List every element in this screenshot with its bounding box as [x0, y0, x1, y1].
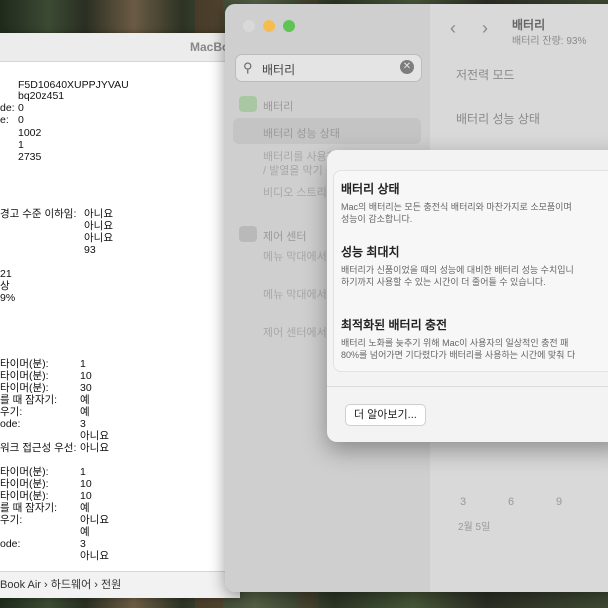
close-window-button[interactable] [243, 20, 255, 32]
sysinfo-row-value: F5D10640XUPPJYVAU [18, 79, 129, 91]
low-power-mode-row[interactable]: 저전력 모드 [456, 66, 515, 83]
battery-level-status: 배터리 잔량: 93% [512, 36, 587, 47]
sysinfo-row-key: 타이머(분): [0, 370, 49, 382]
sysinfo-row-value: 예 [80, 394, 90, 406]
sysinfo-row-value: 3 [80, 418, 86, 430]
control-center-icon [239, 226, 257, 242]
sysinfo-row-value: 1 [80, 358, 86, 370]
sysinfo-window-title: MacBo [190, 40, 230, 54]
sysinfo-row-key: 를 때 잠자기: [0, 502, 58, 514]
sysinfo-row-value: 30 [80, 382, 92, 394]
sysinfo-row-value: 아니요 [80, 514, 109, 526]
sysinfo-row-key: 워크 접근성 우선: [0, 442, 77, 454]
chart-date-label: 2월 5일 [458, 522, 491, 533]
section-title: 배터리 상태 [341, 182, 400, 196]
battery-health-row[interactable]: 배터리 성능 상태 [456, 110, 540, 127]
sysinfo-row-value: bq20z451 [18, 90, 65, 102]
sysinfo-row-value: 2735 [18, 151, 42, 163]
sysinfo-row-key: 타이머(분): [0, 478, 49, 490]
description-line: 80%를 넘어가면 기다렸다가 배터리를 사용하는 시간에 맞춰 다 [341, 349, 576, 360]
sysinfo-row-key: ode: [0, 538, 21, 550]
back-arrow-icon[interactable]: ‹ [450, 18, 456, 39]
description-line: 하기까지 사용할 수 있는 시간이 더 줄어들 수 있습니다. [341, 276, 546, 287]
sysinfo-row-value: 10 [80, 490, 92, 502]
minimize-window-button[interactable] [263, 20, 275, 32]
sysinfo-titlebar[interactable]: MacBo [0, 33, 240, 62]
sidebar-item-battery[interactable]: 배터리 [263, 98, 293, 114]
sysinfo-row-value: 아니요 [80, 442, 109, 454]
breadcrumb: Book Air › 하드웨어 › 전원 [0, 579, 122, 591]
sysinfo-row-value: 93 [84, 244, 96, 256]
chart-axis-label: 3 [460, 496, 467, 508]
sheet-divider [327, 386, 608, 387]
sidebar-item-control-center[interactable]: 제어 센터 [263, 228, 307, 244]
zoom-window-button[interactable] [283, 20, 295, 32]
chart-axis-label: 9 [556, 496, 563, 508]
description-line: 성능이 감소합니다. [341, 213, 413, 224]
chart-axis-label: 6 [508, 496, 515, 508]
sysinfo-row-value: 3 [80, 538, 86, 550]
search-input-value: 배터리 [262, 63, 296, 77]
sysinfo-row-value: 아니요 [80, 430, 109, 442]
battery-condition-section: 배터리 상태 Mac의 배터리는 모든 충전식 배터리와 마찬가지로 소모품이며… [341, 180, 608, 225]
clear-search-icon[interactable]: ✕ [400, 60, 414, 74]
sysinfo-row-key: de: [0, 102, 15, 114]
sysinfo-row-key: 9% [0, 292, 16, 304]
sysinfo-row-key: 타이머(분): [0, 490, 49, 502]
sysinfo-detail-list: F5D10640XUPPJYVAU bq20z451 de: 0 e: 0 1002 1 273… [0, 61, 240, 572]
search-input[interactable]: ⚲ 배터리 ✕ [235, 54, 422, 82]
sysinfo-row-key: 타이머(분): [0, 358, 49, 370]
sysinfo-row-value: 아니요 [84, 220, 113, 232]
sysinfo-row-key: 를 때 잠자기: [0, 394, 58, 406]
description-line: 배터리 노화를 늦추기 위해 Mac이 사용자의 일상적인 충전 패 [341, 338, 569, 348]
sysinfo-row-value: 10 [80, 478, 92, 490]
optimized-charging-section: 최적화된 배터리 충전 배터리 노화를 늦추기 위해 Mac이 사용자의 일상적… [341, 316, 608, 361]
sidebar-item-battery-health[interactable]: 배터리 성능 상태 [263, 125, 340, 141]
sysinfo-path-bar: Book Air › 하드웨어 › 전원 [0, 571, 240, 598]
sysinfo-row-value: 0 [18, 114, 24, 126]
sysinfo-row-value: 10 [80, 370, 92, 382]
forward-arrow-icon[interactable]: › [482, 18, 488, 39]
sysinfo-row-value: 예 [80, 406, 90, 418]
sysinfo-row-value: 예 [80, 502, 90, 514]
learn-more-button[interactable]: 더 알아보기... [345, 404, 426, 426]
sysinfo-row-key: 경고 수준 이하임: [0, 208, 77, 220]
description-line: Mac의 배터리는 모든 충전식 배터리와 마찬가지로 소모품이며 [341, 202, 572, 212]
page-title: 배터리 [512, 18, 546, 32]
sysinfo-row-key: 타이머(분): [0, 466, 49, 478]
battery-health-sheet: 배터리 상태 Mac의 배터리는 모든 충전식 배터리와 마찬가지로 소모품이며… [327, 150, 608, 442]
section-title: 최적화된 배터리 충전 [341, 318, 448, 332]
section-description: Mac의 배터리는 모든 충전식 배터리와 마찬가지로 소모품이며 성능이 감소… [341, 202, 608, 225]
system-information-window: MacBo F5D10640XUPPJYVAU bq20z451 de: 0 e: 0 10… [0, 33, 240, 598]
sysinfo-row-key: 우기: [0, 406, 23, 418]
sysinfo-row-key: 우기: [0, 514, 23, 526]
sysinfo-row-value: 아니요 [84, 232, 113, 244]
sysinfo-row-value: 1002 [18, 127, 42, 139]
sysinfo-row-key: 상 [0, 280, 10, 292]
sysinfo-row-value: 아니요 [84, 208, 113, 220]
description-line: 배터리가 신품이었을 때의 성능에 대비한 배터리 성능 수치입니 [341, 265, 574, 275]
battery-icon [239, 96, 257, 112]
sysinfo-row-key: ode: [0, 418, 21, 430]
sysinfo-row-value: 아니요 [80, 550, 109, 562]
section-title: 성능 최대치 [341, 245, 400, 259]
maximum-capacity-section: 성능 최대치 배터리가 신품이었을 때의 성능에 대비한 배터리 성능 수치입니… [341, 243, 608, 288]
sysinfo-row-value: 1 [80, 466, 86, 478]
sysinfo-row-value: 1 [18, 139, 24, 151]
section-description: 배터리가 신품이었을 때의 성능에 대비한 배터리 성능 수치입니 하기까지 사… [341, 265, 608, 288]
section-description: 배터리 노화를 늦추기 위해 Mac이 사용자의 일상적인 충전 패 80%를 … [341, 338, 608, 361]
sysinfo-row-value: 예 [80, 526, 90, 538]
sysinfo-row-key: 21 [0, 268, 12, 280]
sysinfo-row-value: 0 [18, 102, 24, 114]
sysinfo-row-key: e: [0, 114, 9, 126]
search-icon: ⚲ [243, 60, 253, 75]
sysinfo-row-key: 타이머(분): [0, 382, 49, 394]
